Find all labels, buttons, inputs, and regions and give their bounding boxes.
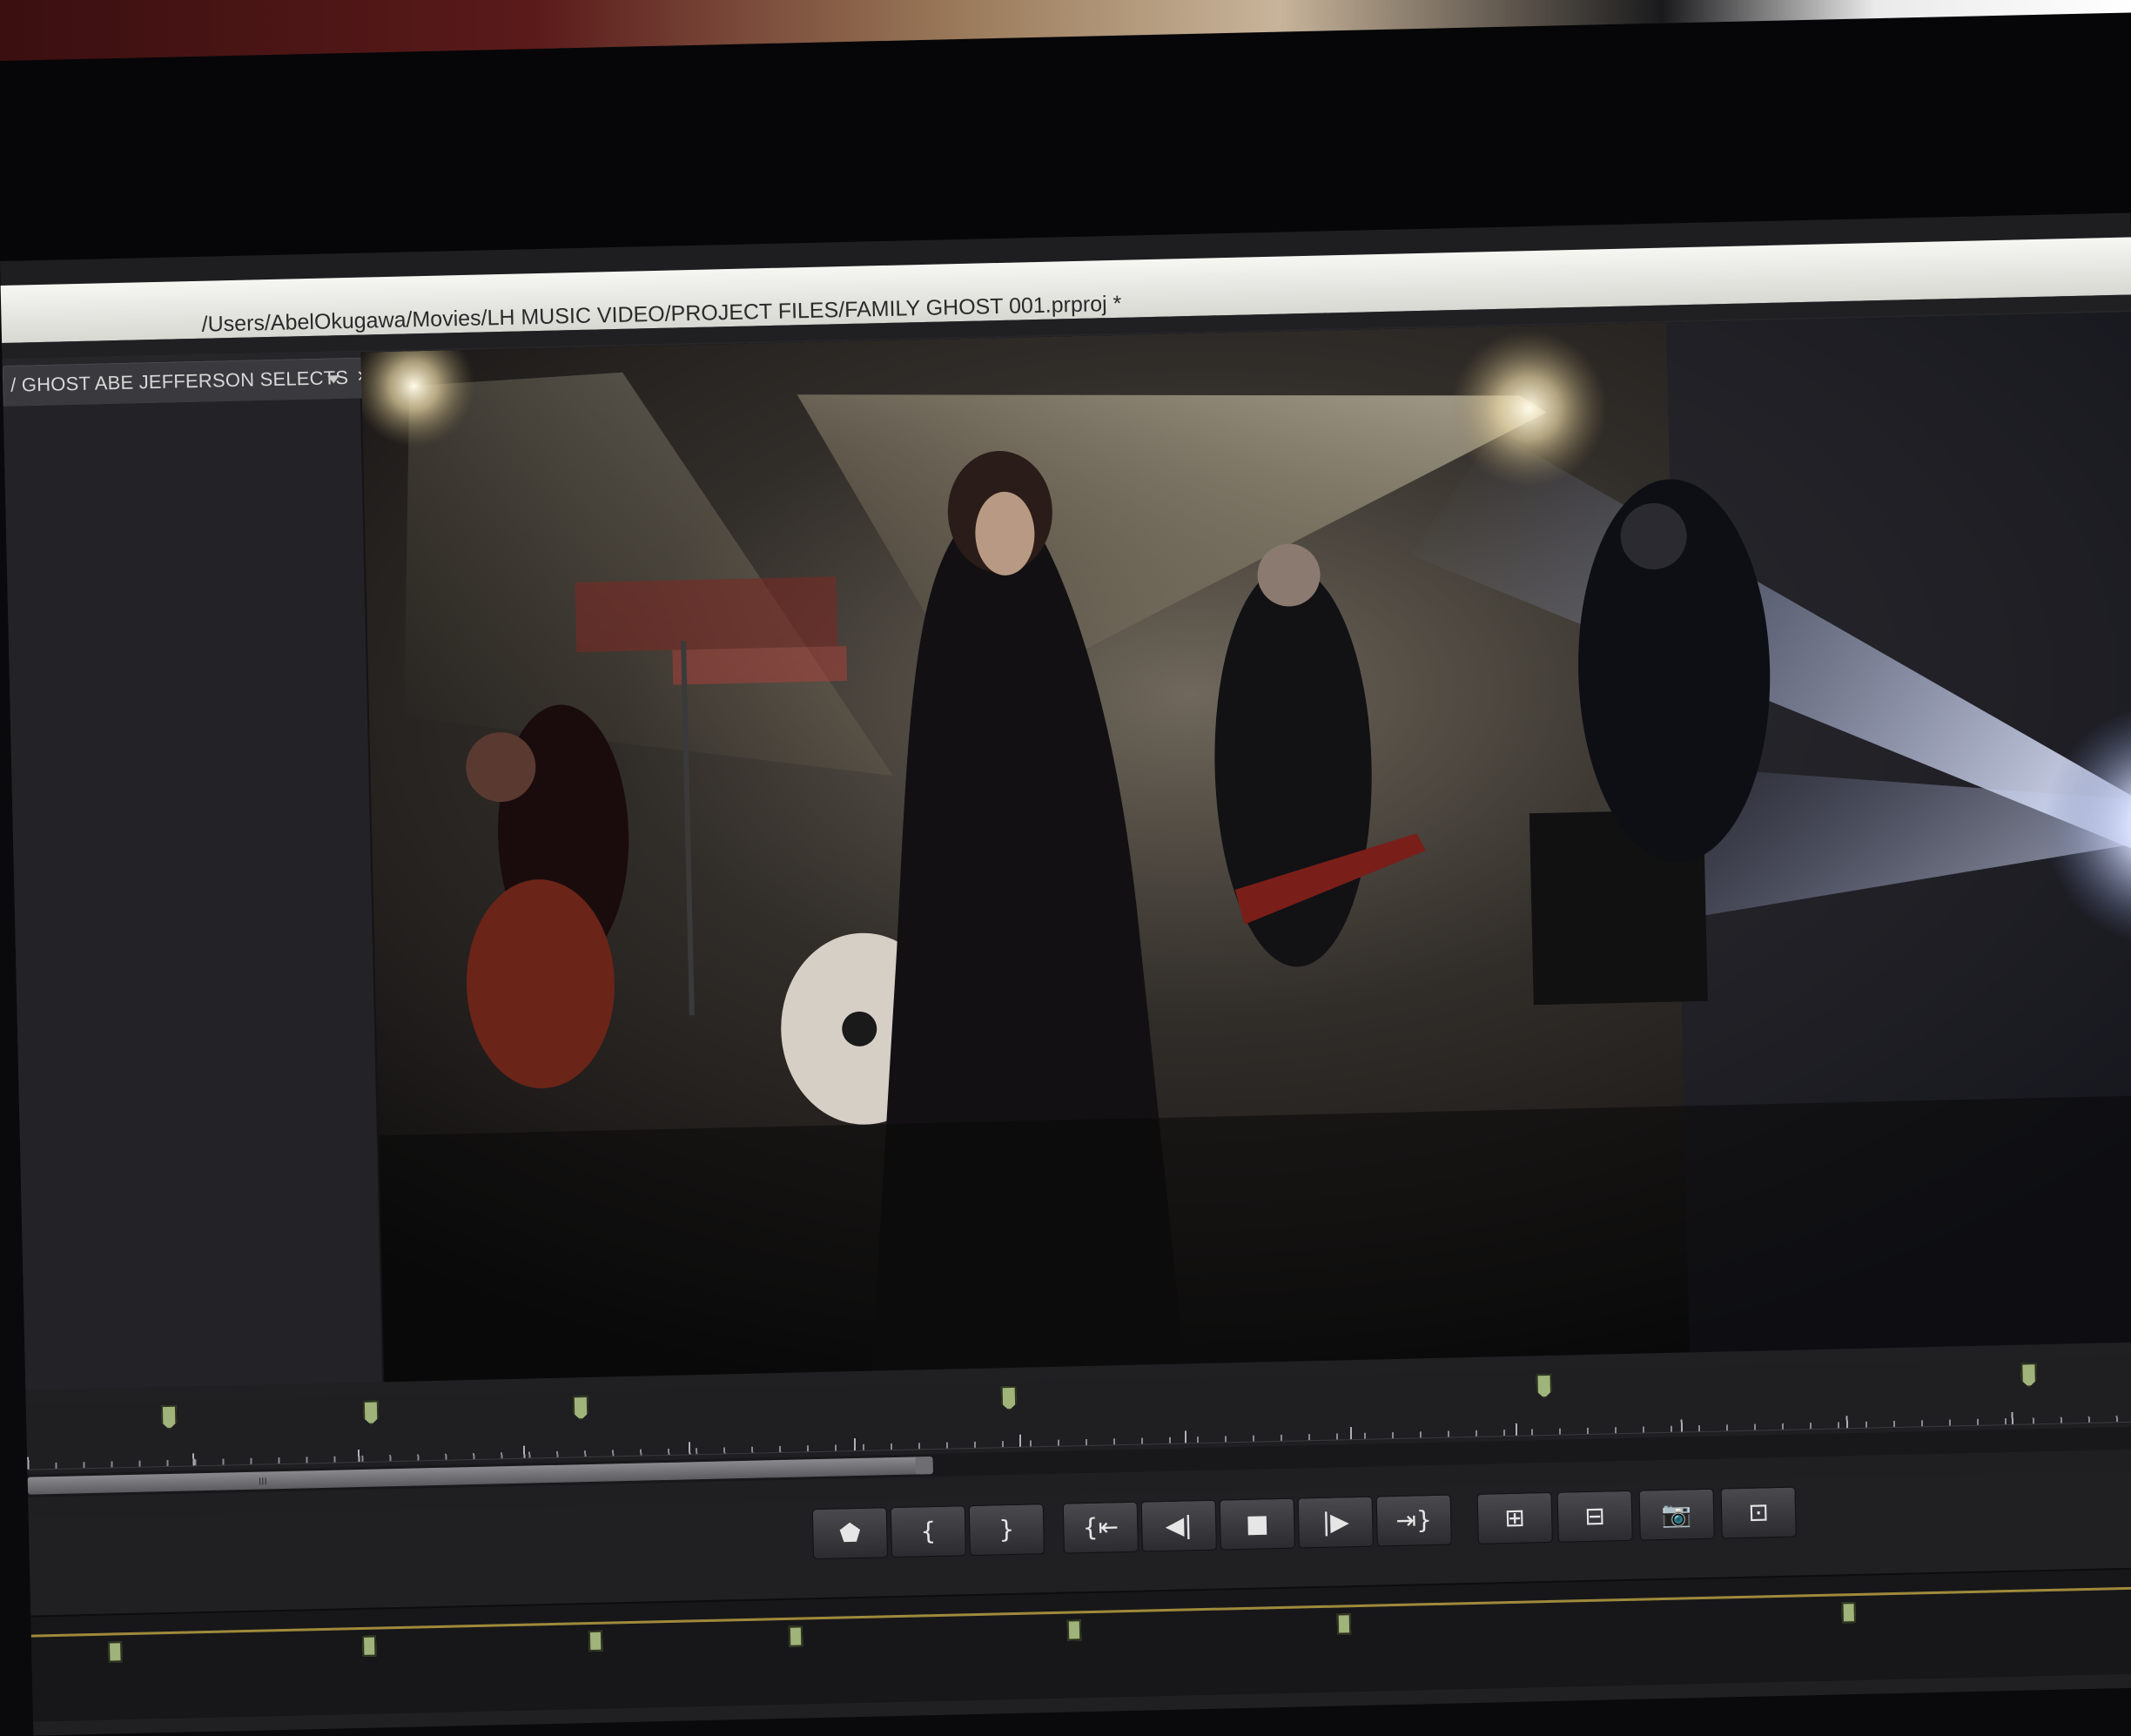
clip-marker[interactable] <box>363 1400 380 1424</box>
clip-marker[interactable] <box>2020 1363 2037 1387</box>
clip-marker[interactable] <box>1001 1386 1018 1410</box>
button-editor-button[interactable]: ⊡ <box>1720 1486 1797 1539</box>
sequence-marker[interactable] <box>1066 1619 1082 1641</box>
export-frame-button[interactable]: 📷 <box>1638 1488 1715 1541</box>
program-monitor-video[interactable] <box>360 310 2131 1383</box>
grip-icon: III <box>258 1475 268 1488</box>
monitor-screen: /Users/AbelOkugawa/Movies/LH MUSIC VIDEO… <box>0 212 2131 1736</box>
overwrite-button[interactable]: ⊟ <box>1556 1490 1633 1543</box>
sequence-marker[interactable] <box>1841 1602 1857 1624</box>
project-panel <box>3 398 385 1390</box>
sequence-marker[interactable] <box>361 1635 377 1657</box>
chevron-down-icon[interactable] <box>324 367 344 388</box>
clip-marker[interactable] <box>573 1396 589 1420</box>
zoom-scroll-handle[interactable] <box>915 1457 933 1475</box>
step-forward-button[interactable]: |▶ <box>1297 1496 1374 1549</box>
step-back-button[interactable]: ◀| <box>1140 1499 1217 1552</box>
clip-marker[interactable] <box>1536 1374 1552 1398</box>
stop-button[interactable]: ■ <box>1219 1497 1295 1551</box>
video-frame <box>360 310 2131 1383</box>
premiere-workspace: / GHOST ABE JEFFERSON SELECTS × <box>2 293 2131 1736</box>
tab-source-label: / GHOST ABE JEFFERSON SELECTS <box>10 366 349 396</box>
go-to-in-button[interactable]: {⇤ <box>1062 1501 1139 1554</box>
mark-out-button[interactable]: } <box>968 1504 1045 1557</box>
sequence-marker[interactable] <box>1336 1613 1352 1635</box>
clip-marker[interactable] <box>161 1405 178 1430</box>
sequence-timeline-strip[interactable] <box>30 1565 2131 1722</box>
sequence-marker[interactable] <box>108 1641 123 1663</box>
go-to-out-button[interactable]: ⇥} <box>1375 1494 1452 1547</box>
sequence-marker[interactable] <box>788 1625 803 1647</box>
add-marker-button[interactable]: ⬟ <box>811 1507 889 1560</box>
mark-in-button[interactable]: { <box>890 1505 967 1558</box>
sequence-marker[interactable] <box>588 1630 603 1652</box>
insert-button[interactable]: ⊞ <box>1476 1491 1553 1544</box>
